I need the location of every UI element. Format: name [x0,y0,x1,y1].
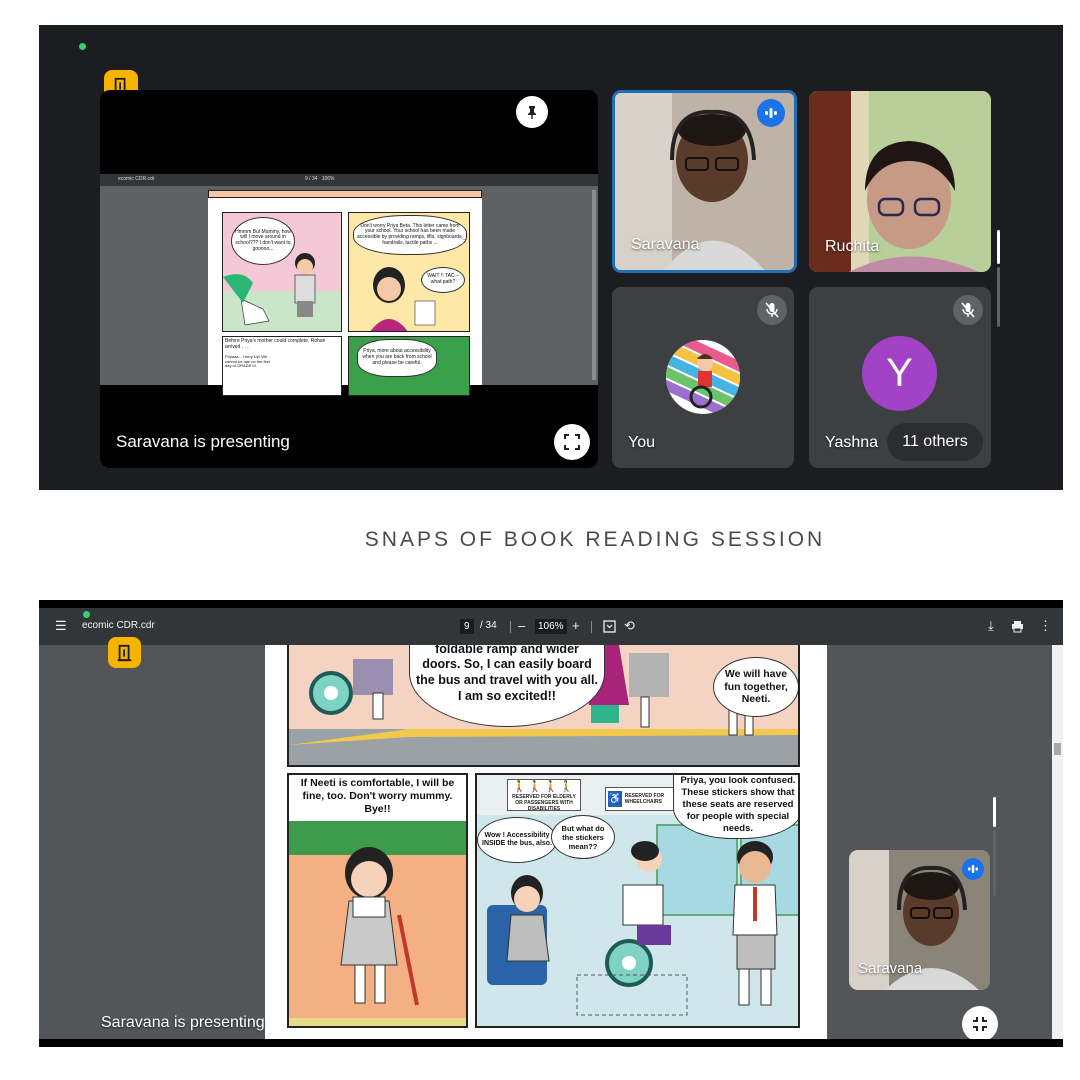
pdf-page-info: 9 / 34 106% [305,176,335,182]
tiles-scrollbar-thumb[interactable] [997,230,1000,264]
tiles-scrollbar-thumb[interactable] [993,797,996,827]
page-total: / 34 [480,620,497,631]
meet-screenshot-top: ecomic CDR.cdr 9 / 34 106% Hmmm But Mumm… [39,25,1063,490]
speech-bubble-reply: We will have fun together, Neeti. [713,657,798,717]
comic-panel-1: Hmmm But Mummy, how will I move around i… [222,212,342,332]
pdf-title: ecomic CDR.cdr [118,176,155,182]
tiles-scrollbar-track [993,830,996,896]
others-count-button[interactable]: 11 others [887,423,983,461]
pdf-title: ecomic CDR.cdr [82,620,155,631]
zoom-in-button[interactable]: + [572,617,580,635]
pdf-toolbar: ☰ ecomic CDR.cdr 9 / 34 – 106% + ⟲ ⤓ ⋮ [39,608,1063,645]
participant-tile-yashna[interactable]: Y Yashna 11 others [809,287,991,468]
pdf-page: Hmmm But Mummy, how will I move around i… [208,190,482,396]
participant-tile-you[interactable]: You [612,287,794,468]
menu-icon[interactable]: ☰ [55,617,67,635]
bottom-strip [39,1039,1063,1047]
sign-elderly: 🚶🚶🚶🚶 RESERVED FOR ELDERLY OR PASSENGERS … [507,779,581,813]
sign-wheelchair-text: RESERVED FOR WHEELCHAIRS [624,793,665,805]
mic-off-icon [953,295,983,325]
pin-icon[interactable] [516,96,548,128]
top-strip [39,600,1063,608]
pdf-scrollbar-thumb[interactable] [1054,743,1061,755]
divider [510,621,511,633]
speech-bubble: Priya, you look confused. These stickers… [673,775,798,839]
presenting-label: Saravana is presenting [116,432,290,451]
participant-tile-saravana[interactable]: Saravana [612,90,797,273]
comic-panel-4: Priya, more about accessibility when you… [348,336,470,396]
zoom-out-button[interactable]: – [518,617,525,635]
comic-panel-left: If Neeti is comfortable, I will be fine,… [287,773,468,1028]
exit-fullscreen-icon[interactable] [962,1006,998,1042]
avatar-initial: Y [862,336,937,411]
page-number-input[interactable]: 9 [460,619,474,634]
recording-dot [79,43,86,50]
participant-tile-ruchita[interactable]: Ruchita [809,91,991,272]
comic-panel-top: foldable ramp and wider doors. So, I can… [287,645,800,767]
presenting-label: Saravana is presenting [101,1014,265,1031]
more-icon[interactable]: ⋮ [1039,617,1052,635]
avatar-you [666,340,740,414]
participant-tile-saravana[interactable]: Saravana [849,850,990,990]
recording-dot [83,611,90,618]
participant-name: Saravana [858,960,923,977]
pdf-page: foldable ramp and wider doors. So, I can… [265,645,827,1039]
download-icon[interactable]: ⤓ [988,617,994,635]
divider [591,621,592,633]
speech-bubble: Priya, more about accessibility when you… [357,339,437,377]
comic-caption: Before Priya's mother could complete, Ro… [225,338,326,350]
comic-caption-small: Priyaaa... Hurry Up! We cannot be late o… [225,354,270,369]
comic-caption: If Neeti is comfortable, I will be fine,… [289,775,466,821]
fullscreen-icon[interactable] [554,424,590,460]
presentation-tile[interactable]: ecomic CDR.cdr 9 / 34 106% Hmmm But Mumm… [100,90,598,468]
sign-elderly-text: RESERVED FOR ELDERLY OR PASSENGERS WITH … [512,794,576,813]
zoom-input[interactable]: 106% [535,619,567,634]
sign-wheelchair: ♿ RESERVED FOR WHEELCHAIRS [605,787,677,811]
meet-screenshot-bottom: ☰ ecomic CDR.cdr 9 / 34 – 106% + ⟲ ⤓ ⋮ f… [39,600,1063,1047]
door-icon[interactable] [108,637,141,668]
speaking-icon [962,858,984,880]
rotate-icon[interactable]: ⟲ [624,617,635,635]
speaking-icon [757,99,785,127]
comic-panel-right: 🚶🚶🚶🚶 RESERVED FOR ELDERLY OR PASSENGERS … [475,773,800,1028]
section-title: SNAPS OF BOOK READING SESSION [364,528,826,551]
pdf-scrollbar[interactable] [1052,645,1063,1039]
comic-panel-3: Before Priya's mother could complete, Ro… [222,336,342,396]
shared-pdf-viewer: ecomic CDR.cdr 9 / 34 106% Hmmm But Mumm… [100,174,598,396]
thought-bubble-question: But what do the stickers mean?? [551,815,615,859]
wheelchair-icon: ♿ [608,791,622,807]
print-icon[interactable] [1011,617,1024,638]
pdf-toolbar-mini: ecomic CDR.cdr 9 / 34 106% [100,174,598,186]
pdf-scrollbar[interactable] [592,190,596,380]
comic-panel-2: Don't worry Priya Beta. This letter came… [348,212,470,332]
tiles-scrollbar-track [997,267,1000,327]
participant-name: Ruchita [825,238,880,255]
participant-name: Yashna [825,434,879,451]
participant-name: You [628,434,655,451]
participant-name: Saravana [631,236,700,253]
fit-page-icon[interactable] [603,617,616,638]
mic-off-icon [757,295,787,325]
thought-bubble: Wow ! Accessibility INSIDE the bus, also… [477,817,557,863]
